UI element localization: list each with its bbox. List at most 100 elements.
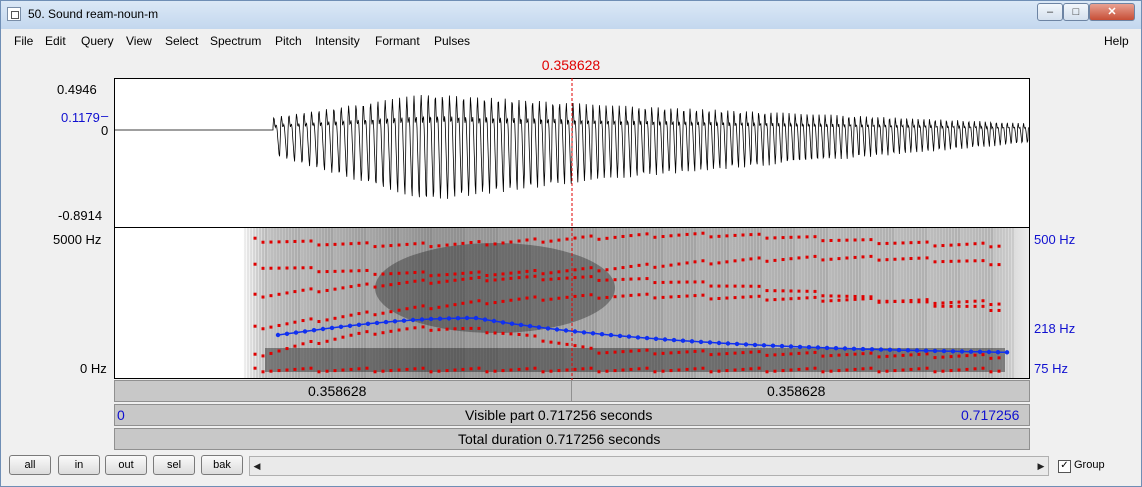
formant-dot bbox=[501, 331, 505, 335]
formant-dot bbox=[933, 304, 937, 308]
selection-bar[interactable]: 0.358628 0.358628 bbox=[114, 380, 1030, 402]
formant-dot bbox=[357, 312, 361, 316]
formant-dot bbox=[437, 328, 441, 332]
formant-dot bbox=[589, 234, 593, 238]
formant-dot bbox=[717, 352, 721, 356]
close-button[interactable]: ✕ bbox=[1089, 3, 1135, 21]
formant-dot bbox=[613, 235, 617, 239]
formant-dot bbox=[893, 369, 897, 373]
formant-dot bbox=[477, 270, 481, 274]
pitch-point bbox=[707, 340, 713, 345]
formant-dot bbox=[837, 369, 841, 373]
menu-view[interactable]: View bbox=[126, 34, 152, 48]
formant-dot bbox=[725, 284, 729, 288]
formant-dot bbox=[461, 271, 465, 275]
title-bar[interactable]: 50. Sound ream-noun-m – □ ✕ bbox=[1, 1, 1141, 29]
pitch-point bbox=[455, 316, 461, 321]
menu-pitch[interactable]: Pitch bbox=[275, 34, 302, 48]
pitch-point bbox=[554, 327, 560, 332]
horizontal-scrollbar[interactable]: ◀ ▶ bbox=[249, 456, 1049, 476]
formant-dot bbox=[845, 294, 849, 298]
formant-dot bbox=[557, 277, 561, 281]
total-duration-bar[interactable]: Total duration 0.717256 seconds bbox=[114, 428, 1030, 450]
formant-dot bbox=[589, 266, 593, 270]
formant-dot bbox=[669, 280, 673, 284]
formant-dot bbox=[333, 316, 337, 320]
formant-dot bbox=[397, 281, 401, 285]
menu-formant[interactable]: Formant bbox=[375, 34, 420, 48]
formant-dot bbox=[813, 254, 817, 258]
scroll-left-icon[interactable]: ◀ bbox=[250, 457, 264, 475]
formant-dot bbox=[845, 298, 849, 302]
zoom-in-button[interactable]: in bbox=[58, 455, 100, 475]
right-segment-duration[interactable]: 0.358628 bbox=[767, 383, 825, 399]
formant-dot bbox=[853, 238, 857, 242]
formant-dot bbox=[485, 331, 489, 335]
zoom-all-button[interactable]: all bbox=[9, 455, 51, 475]
pitch-point bbox=[923, 348, 929, 353]
formant-dot bbox=[325, 270, 329, 274]
formant-dot bbox=[973, 304, 977, 308]
zoom-out-button[interactable]: out bbox=[105, 455, 147, 475]
formant-dot bbox=[261, 266, 265, 270]
formant-dot bbox=[645, 348, 649, 352]
formant-dot bbox=[453, 278, 457, 282]
pitch-point bbox=[311, 328, 317, 333]
formant-dot bbox=[405, 280, 409, 284]
pitch-value-label: 218 Hz bbox=[1034, 321, 1076, 336]
formant-dot bbox=[685, 367, 689, 371]
formant-dot bbox=[701, 231, 705, 235]
menu-query[interactable]: Query bbox=[81, 34, 114, 48]
formant-dot bbox=[373, 285, 377, 289]
formant-dot bbox=[389, 244, 393, 248]
formant-dot bbox=[789, 235, 793, 239]
group-checkbox[interactable]: ✓ bbox=[1058, 460, 1071, 473]
formant-dot bbox=[333, 337, 337, 341]
formant-dot bbox=[645, 262, 649, 266]
menu-select[interactable]: Select bbox=[165, 34, 198, 48]
pitch-point bbox=[428, 316, 434, 322]
formant-dot bbox=[821, 354, 825, 358]
left-segment-duration[interactable]: 0.358628 bbox=[308, 383, 366, 399]
menu-edit[interactable]: Edit bbox=[45, 34, 66, 48]
scroll-right-icon[interactable]: ▶ bbox=[1034, 457, 1048, 475]
formant-dot bbox=[581, 235, 585, 239]
formant-dot bbox=[813, 295, 817, 299]
menu-spectrum[interactable]: Spectrum bbox=[210, 34, 261, 48]
formant-dot bbox=[317, 370, 321, 374]
formant-dot bbox=[773, 298, 777, 302]
formant-dot bbox=[845, 353, 849, 357]
formant-dot bbox=[605, 369, 609, 373]
formant-dot bbox=[757, 294, 761, 298]
menu-help[interactable]: Help bbox=[1104, 34, 1129, 48]
formant-dot bbox=[669, 369, 673, 373]
formant-dot bbox=[509, 271, 513, 275]
formant-dot bbox=[397, 308, 401, 312]
minimize-button[interactable]: – bbox=[1037, 3, 1063, 21]
formant-dot bbox=[677, 233, 681, 237]
formant-dot bbox=[637, 367, 641, 371]
visible-part-bar[interactable]: 0 Visible part 0.717256 seconds 0.717256 bbox=[114, 404, 1030, 426]
pitch-point bbox=[392, 319, 398, 324]
maximize-button[interactable]: □ bbox=[1063, 3, 1089, 21]
formant-dot bbox=[765, 370, 769, 374]
formant-dot bbox=[653, 370, 657, 374]
zoom-sel-button[interactable]: sel bbox=[153, 455, 195, 475]
formant-dot bbox=[653, 265, 657, 269]
zoom-back-button[interactable]: bak bbox=[201, 455, 243, 475]
formant-dot bbox=[397, 328, 401, 332]
formant-dot bbox=[349, 367, 353, 371]
formant-dot bbox=[517, 276, 521, 280]
formant-dot bbox=[333, 369, 337, 373]
formant-dot bbox=[485, 302, 489, 306]
formant-dot bbox=[285, 347, 289, 351]
formant-dot bbox=[373, 272, 377, 276]
menu-file[interactable]: File bbox=[14, 34, 33, 48]
formant-dot bbox=[349, 242, 353, 246]
formant-dot bbox=[653, 281, 657, 285]
formant-dot bbox=[685, 294, 689, 298]
formant-dot bbox=[661, 351, 665, 355]
menu-pulses[interactable]: Pulses bbox=[434, 34, 470, 48]
menu-intensity[interactable]: Intensity bbox=[315, 34, 360, 48]
formant-dot bbox=[821, 294, 825, 298]
